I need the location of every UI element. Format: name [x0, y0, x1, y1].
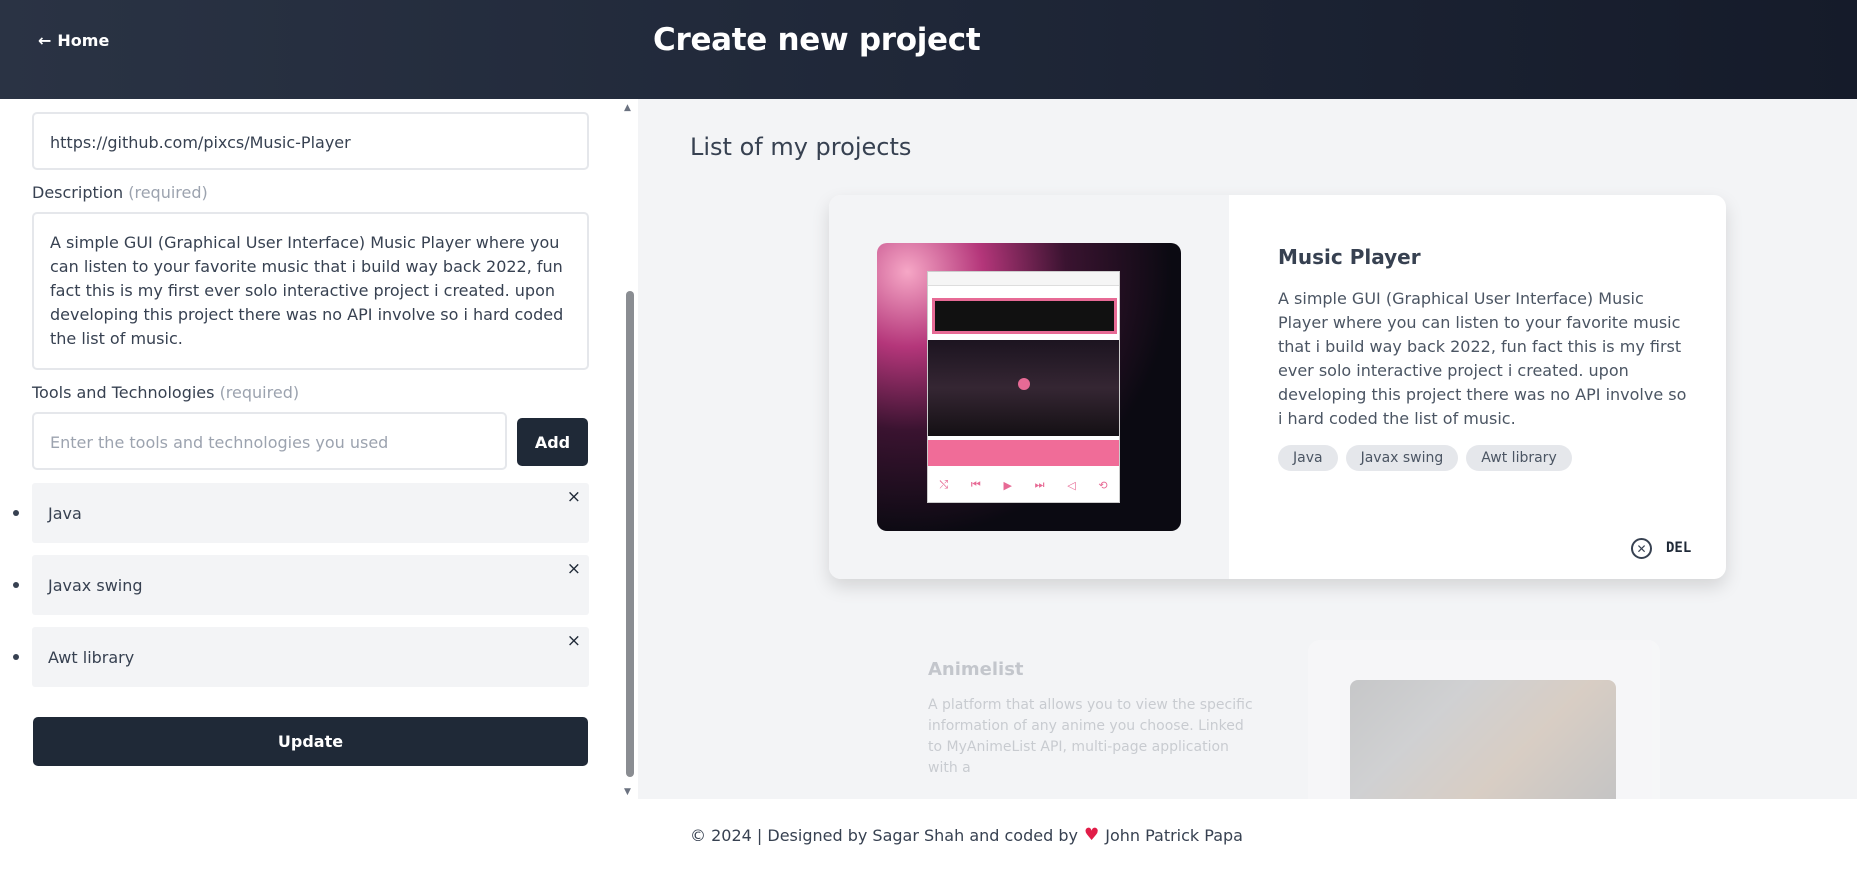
required-hint: (required): [219, 383, 300, 402]
remove-icon[interactable]: ×: [567, 631, 581, 651]
project-card: ⤭ ⏮ ▶ ⏭ ◁ ⟲ Music Player A simple GUI (G…: [829, 195, 1726, 579]
project-card: Animelist A platform that allows you to …: [878, 640, 1668, 799]
tool-list-item: Awt library ×: [13, 627, 589, 687]
scroll-down-icon[interactable]: ▼: [624, 787, 631, 797]
bullet-icon: [13, 510, 19, 516]
description-textarea[interactable]: A simple GUI (Graphical User Interface) …: [32, 212, 589, 370]
footer: © 2024 | Designed by Sagar Shah and code…: [0, 799, 1857, 889]
home-link[interactable]: ← Home: [38, 31, 109, 50]
tag: Javax swing: [1345, 445, 1459, 471]
arrow-left-icon: ←: [38, 31, 52, 50]
remove-icon[interactable]: ×: [567, 487, 581, 507]
project-title: Animelist: [928, 659, 1024, 680]
footer-author: John Patrick Papa: [1105, 825, 1243, 845]
repeat-icon: ⟲: [1098, 478, 1108, 492]
tool-name: Javax swing: [48, 576, 143, 595]
project-title: Music Player: [1278, 245, 1421, 269]
project-image-container: [1308, 640, 1660, 799]
delete-button[interactable]: DEL: [1666, 540, 1691, 556]
page-title: Create new project: [653, 22, 981, 58]
footer-credit: © 2024 | Designed by Sagar Shah and code…: [690, 825, 1243, 845]
tool-list-item: Java ×: [13, 483, 589, 543]
description-label: Description (required): [32, 183, 208, 202]
project-tags: Java Javax swing Awt library: [1278, 445, 1572, 471]
footer-prefix: © 2024 | Designed by Sagar Shah and code…: [690, 825, 1078, 845]
scroll-thumb[interactable]: [626, 291, 634, 777]
play-icon: ▶: [1003, 478, 1012, 492]
home-label: Home: [57, 31, 110, 50]
add-tool-button[interactable]: Add: [517, 418, 588, 466]
form-scrollbar[interactable]: ▲ ▼: [620, 99, 638, 799]
tool-list-item: Javax swing ×: [13, 555, 589, 615]
tag: Awt library: [1466, 445, 1572, 471]
tag: Java: [1278, 445, 1338, 471]
projects-panel: List of my projects ⤭ ⏮ ▶ ⏭ ◁ ⟲ Music Pl…: [638, 99, 1857, 799]
bullet-icon: [13, 582, 19, 588]
close-circle-icon[interactable]: ✕: [1631, 538, 1652, 559]
repo-url-input[interactable]: https://github.com/pixcs/Music-Player: [32, 112, 589, 170]
next-icon: ⏭: [1034, 478, 1045, 491]
remove-icon[interactable]: ×: [567, 559, 581, 579]
update-button[interactable]: Update: [33, 717, 588, 766]
heart-icon: ♥: [1083, 825, 1100, 845]
project-form: https://github.com/pixcs/Music-Player De…: [0, 99, 638, 799]
tools-label: Tools and Technologies (required): [32, 383, 300, 402]
tool-name: Java: [48, 504, 82, 523]
tool-name: Awt library: [48, 648, 135, 667]
music-player-screenshot: ⤭ ⏮ ▶ ⏭ ◁ ⟲: [927, 271, 1120, 503]
volume-icon: ◁: [1067, 478, 1076, 492]
project-description: A simple GUI (Graphical User Interface) …: [1278, 289, 1687, 428]
shuffle-icon: ⤭: [939, 478, 949, 491]
required-hint: (required): [128, 183, 208, 202]
projects-list-title: List of my projects: [690, 133, 912, 161]
bullet-icon: [13, 654, 19, 660]
tools-input[interactable]: Enter the tools and technologies you use…: [32, 412, 507, 470]
scroll-up-icon[interactable]: ▲: [624, 103, 631, 113]
project-thumbnail: ⤭ ⏮ ▶ ⏭ ◁ ⟲: [877, 243, 1181, 531]
previous-icon: ⏮: [970, 478, 981, 491]
project-thumbnail: [1350, 680, 1616, 799]
top-header: ← Home Create new project: [0, 0, 1857, 99]
project-image-container: ⤭ ⏮ ▶ ⏭ ◁ ⟲: [829, 195, 1229, 579]
project-description: A platform that allows you to view the s…: [928, 697, 1253, 776]
